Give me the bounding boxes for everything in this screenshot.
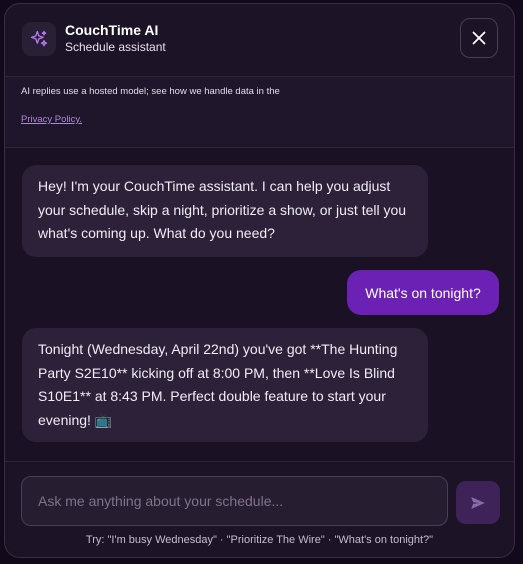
composer: Try: "I'm busy Wednesday" · "Prioritize … [5, 461, 514, 557]
chat-input[interactable] [21, 476, 448, 526]
chat-header: CouchTime AI Schedule assistant [5, 4, 514, 76]
assistant-message: Tonight (Wednesday, April 22nd) you've g… [22, 328, 428, 442]
privacy-notice: AI replies use a hosted model; see how w… [5, 76, 514, 148]
chat-panel: CouchTime AI Schedule assistant AI repli… [4, 3, 515, 558]
suggestion-hints: Try: "I'm busy Wednesday" · "Prioritize … [85, 534, 434, 546]
send-icon [471, 496, 485, 509]
close-icon [472, 31, 486, 45]
message-list: Hey! I'm your CouchTime assistant. I can… [5, 148, 514, 461]
send-button[interactable] [456, 481, 500, 524]
close-button[interactable] [460, 18, 498, 58]
privacy-notice-text: AI replies use a hosted model; see how w… [21, 86, 280, 97]
user-message: What's on tonight? [347, 270, 499, 315]
assistant-message: Hey! I'm your CouchTime assistant. I can… [22, 165, 428, 257]
sparkles-icon [22, 22, 56, 56]
assistant-subtitle: Schedule assistant [65, 40, 166, 54]
assistant-title: CouchTime AI [65, 22, 159, 38]
privacy-policy-link[interactable]: Privacy Policy. [21, 114, 82, 125]
